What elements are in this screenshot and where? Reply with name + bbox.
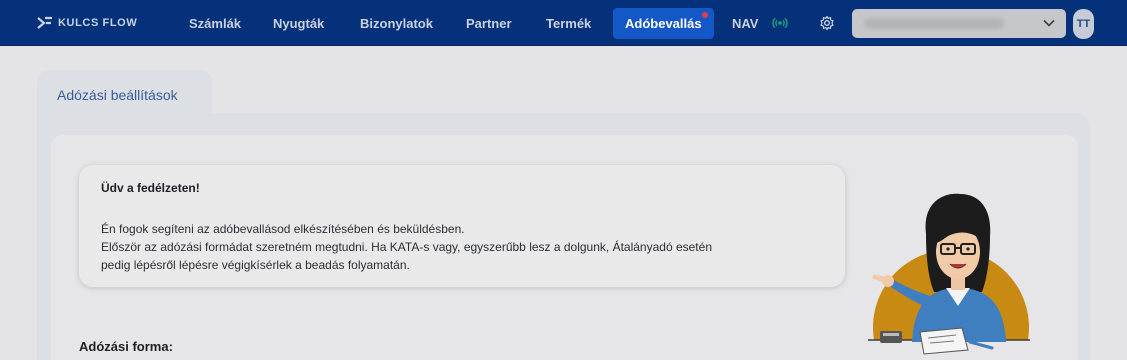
- nav-item-szamlak[interactable]: Számlák: [189, 11, 241, 36]
- logo-text: KULCS FLOW: [58, 17, 138, 29]
- nav-item-nyugtak[interactable]: Nyugták: [273, 11, 324, 36]
- tab-label[interactable]: Adózási beállítások: [57, 87, 178, 103]
- welcome-line-1: Én fogok segíteni az adóbevallásod elkés…: [101, 222, 465, 236]
- company-select[interactable]: [852, 9, 1066, 38]
- app-logo[interactable]: KULCS FLOW: [37, 15, 137, 31]
- welcome-line-2: Először az adózási formádat szeretném me…: [101, 240, 712, 254]
- notification-dot: [701, 12, 708, 18]
- top-navigation-bar: KULCS FLOW Számlák Nyugták Bizonylatok P…: [0, 0, 1127, 46]
- company-name-redacted: [864, 18, 1004, 29]
- nav-item-adobevallas[interactable]: Adóbevallás: [613, 8, 714, 39]
- nav-item-nav[interactable]: NAV: [732, 11, 758, 36]
- nav-item-partner[interactable]: Partner: [466, 11, 512, 36]
- broadcast-signal-icon[interactable]: [771, 14, 789, 32]
- logo-mark-icon: [37, 16, 52, 29]
- tax-form-label: Adózási forma:: [79, 339, 173, 354]
- assistant-mascot-illustration: [868, 193, 1030, 355]
- chevron-down-icon: [1043, 19, 1055, 27]
- nav-item-termek[interactable]: Termék: [546, 11, 591, 36]
- nav-item-bizonylatok[interactable]: Bizonylatok: [360, 11, 433, 36]
- gear-icon[interactable]: [818, 14, 836, 32]
- nav-item-adobevallas-label: Adóbevallás: [625, 16, 702, 31]
- welcome-title: Üdv a fedélzeten!: [101, 181, 200, 195]
- user-avatar[interactable]: TT: [1073, 9, 1094, 39]
- welcome-line-3: pedig lépésről lépésre végigkísérlek a b…: [101, 258, 410, 272]
